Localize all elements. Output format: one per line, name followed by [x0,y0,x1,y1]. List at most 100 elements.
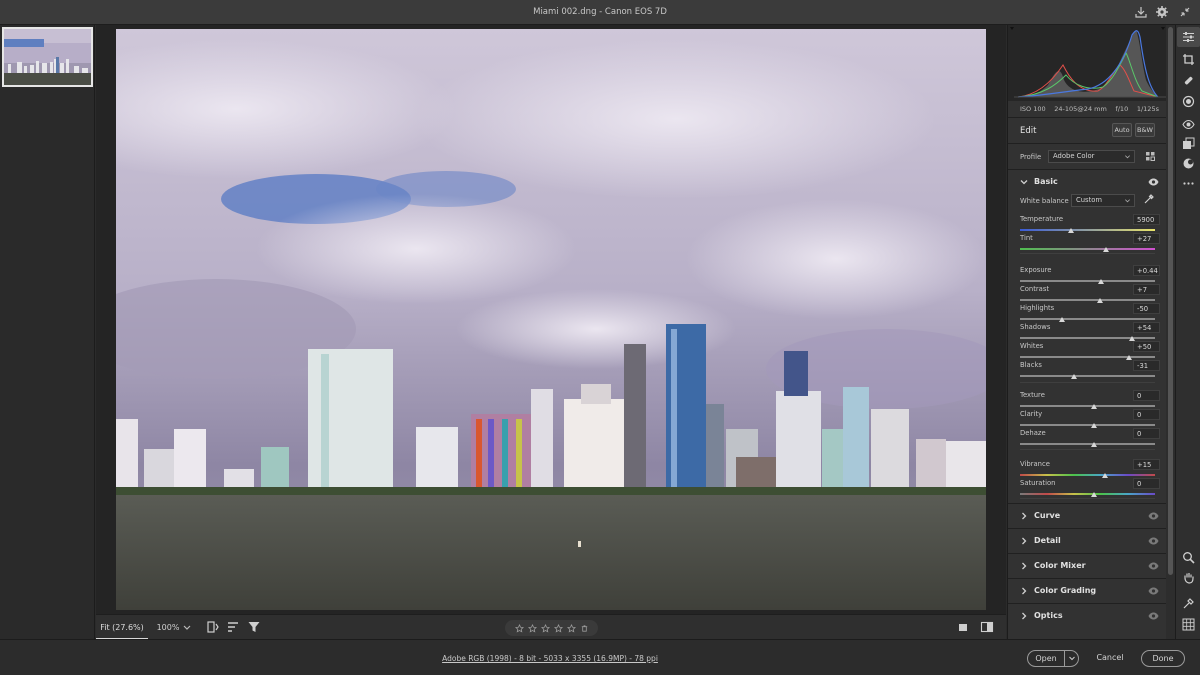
auto-button[interactable]: Auto [1112,123,1132,137]
healing-icon[interactable] [1182,74,1195,87]
slider-value-blacks[interactable]: -31 [1133,360,1160,371]
slider-handle-temperature[interactable] [1068,228,1075,233]
edit-title: Edit [1020,126,1037,136]
slider-track-texture[interactable] [1020,405,1155,407]
slider-handle-blacks[interactable] [1071,374,1077,379]
slider-track-contrast[interactable] [1020,299,1155,301]
slider-handle-contrast[interactable] [1096,298,1103,303]
color-mixer-section-header[interactable]: Color Mixer [1008,554,1166,578]
scrollbar-thumb[interactable] [1168,27,1173,575]
slider-track-clarity[interactable] [1020,424,1155,426]
zoom-icon[interactable] [1182,551,1195,564]
white-balance-select[interactable]: Custom [1071,194,1135,207]
curve-section-header[interactable]: Curve [1008,504,1166,528]
eye-icon[interactable] [1148,586,1159,596]
slider-track-blacks[interactable] [1020,375,1155,377]
slider-track-tint[interactable] [1020,248,1155,250]
slider-handle-whites[interactable] [1126,355,1133,360]
slider-track-whites[interactable] [1020,356,1155,358]
detail-section-header[interactable]: Detail [1008,529,1166,553]
image-info-link[interactable]: Adobe RGB (1998) - 8 bit - 5033 x 3355 (… [0,654,1100,663]
star-icon[interactable] [566,623,576,633]
eye-icon[interactable] [1148,177,1159,187]
trash-icon[interactable] [580,624,589,633]
more-icon[interactable] [1182,177,1195,190]
slider-handle-vibrance[interactable] [1102,473,1109,478]
slider-value-clarity[interactable]: 0 [1133,409,1160,420]
exif-shutter: 1/125s [1136,105,1159,113]
star-icon[interactable] [514,623,524,633]
slider-value-shadows[interactable]: +54 [1133,322,1160,333]
eye-icon[interactable] [1148,536,1159,546]
slider-handle-exposure[interactable] [1098,279,1104,284]
slider-value-contrast[interactable]: +7 [1133,284,1160,295]
profile-select[interactable]: Adobe Color [1048,150,1135,163]
slider-value-tint[interactable]: +27 [1133,233,1160,244]
zoom-fit-button[interactable]: Fit (27.6%) [96,615,148,640]
slider-value-temperature[interactable]: 5900 [1133,214,1160,225]
slider-value-highlights[interactable]: -50 [1133,303,1160,314]
slider-handle-clarity[interactable] [1091,423,1098,428]
sort-icon[interactable] [226,620,240,634]
slider-value-dehaze[interactable]: 0 [1133,428,1160,439]
divider [1020,498,1155,499]
slider-value-saturation[interactable]: 0 [1133,478,1160,489]
eye-icon[interactable] [1148,511,1159,521]
sampler-icon[interactable] [1182,597,1195,610]
slider-value-exposure[interactable]: +0.44 [1133,265,1160,276]
star-icon[interactable] [553,623,563,633]
eye-icon[interactable] [1148,611,1159,621]
panel-scrollbar[interactable] [1166,25,1175,639]
basic-section-header[interactable]: Basic [1008,170,1166,194]
slider-handle-dehaze[interactable] [1091,442,1098,447]
gear-icon[interactable] [1155,5,1169,19]
slider-track-dehaze[interactable] [1020,443,1155,445]
single-view-icon[interactable] [956,620,970,634]
done-button[interactable]: Done [1141,650,1185,667]
compare-icon[interactable] [206,620,220,634]
filmstrip-thumbnail[interactable] [2,27,93,87]
slider-handle-highlights[interactable] [1058,317,1065,322]
cancel-button[interactable]: Cancel [1088,650,1132,667]
eyedropper-icon[interactable] [1143,193,1155,205]
open-options-button[interactable] [1064,651,1078,666]
collapse-icon[interactable] [1178,5,1192,19]
hand-icon[interactable] [1182,571,1195,584]
slider-track-saturation[interactable] [1020,493,1155,495]
slider-label-texture: Texture [1020,391,1045,399]
chevron-down-icon[interactable] [182,622,192,632]
slider-value-whites[interactable]: +50 [1133,341,1160,352]
slider-track-highlights[interactable] [1020,318,1155,320]
slider-track-exposure[interactable] [1020,280,1155,282]
color-grading-section-header[interactable]: Color Grading [1008,579,1166,603]
edit-sliders-icon[interactable] [1177,27,1200,47]
open-button[interactable]: Open [1027,650,1079,667]
image-canvas[interactable] [96,25,1006,614]
slider-track-temperature[interactable] [1020,229,1155,231]
bw-button[interactable]: B&W [1135,123,1155,137]
slider-label-whites: Whites [1020,342,1044,350]
mask-icon[interactable] [1182,95,1195,108]
slider-handle-texture[interactable] [1091,404,1098,409]
profile-browser-icon[interactable] [1145,151,1156,162]
star-icon[interactable] [527,623,537,633]
slider-value-vibrance[interactable]: +15 [1133,459,1160,470]
rating-stars[interactable] [505,620,598,636]
optics-section-header[interactable]: Optics [1008,604,1166,628]
slider-handle-tint[interactable] [1103,247,1110,252]
snapshots-icon[interactable] [1182,137,1195,150]
slider-label-dehaze: Dehaze [1020,429,1046,437]
slider-value-texture[interactable]: 0 [1133,390,1160,401]
save-icon[interactable] [1134,5,1148,19]
eye-icon[interactable] [1148,561,1159,571]
presets-icon[interactable] [1182,157,1195,170]
redeye-icon[interactable] [1182,118,1195,131]
grid-icon[interactable] [1182,618,1195,631]
slider-track-vibrance[interactable] [1020,474,1155,476]
star-icon[interactable] [540,623,550,633]
filmstrip [0,25,95,639]
crop-icon[interactable] [1182,53,1195,66]
filter-icon[interactable] [247,620,261,634]
split-view-icon[interactable] [980,620,994,634]
slider-handle-saturation[interactable] [1091,492,1098,497]
